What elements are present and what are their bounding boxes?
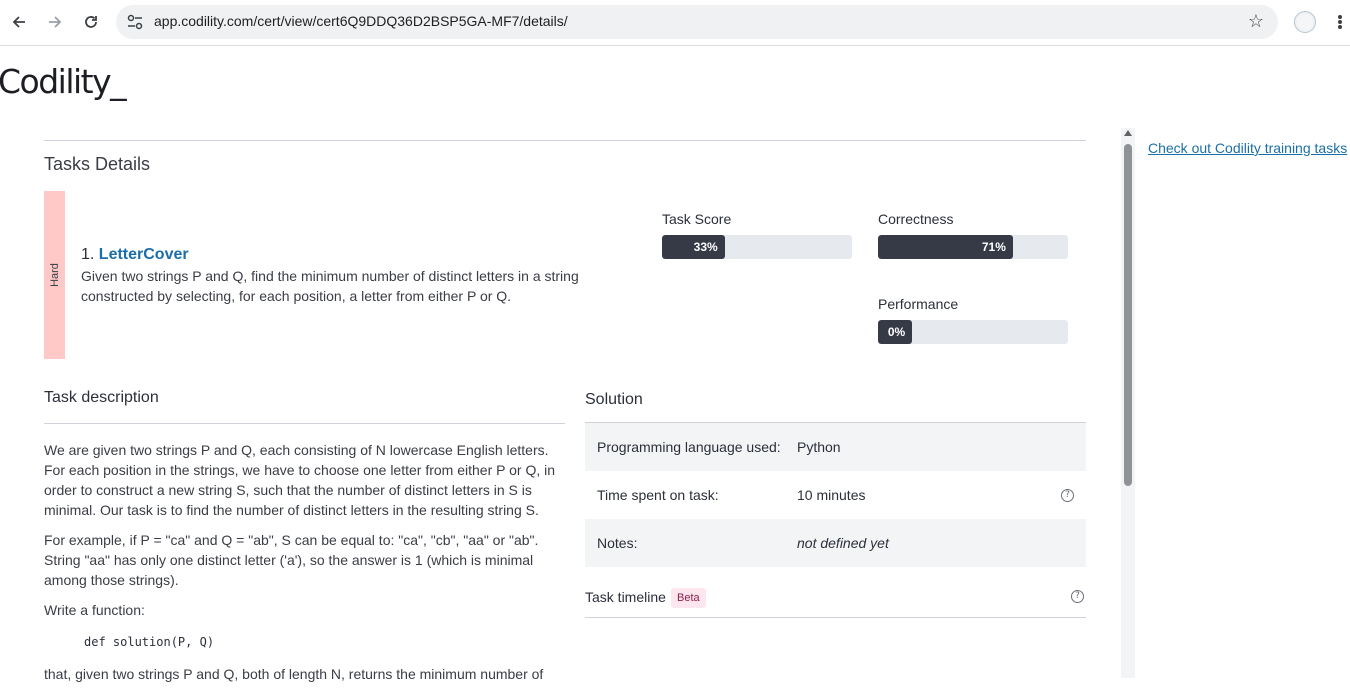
task-description-title: Task description xyxy=(44,389,159,406)
solution-value: not defined yet xyxy=(797,535,889,551)
forward-icon[interactable] xyxy=(43,10,67,34)
code-signature: def solution(P, Q) xyxy=(84,635,215,649)
help-icon[interactable]: ? xyxy=(1061,489,1074,502)
task-name-link[interactable]: LetterCover xyxy=(99,246,189,263)
task-score-bar: 33% xyxy=(662,235,852,259)
back-icon[interactable] xyxy=(7,10,31,34)
task-title: 1. LetterCover xyxy=(81,246,189,264)
browser-toolbar: app.codility.com/cert/view/cert6Q9DDQ36D… xyxy=(0,0,1350,46)
description-paragraph: We are given two strings P and Q, each c… xyxy=(44,442,556,518)
site-settings-icon[interactable] xyxy=(126,13,144,31)
address-bar[interactable]: app.codility.com/cert/view/cert6Q9DDQ36D… xyxy=(116,5,1278,39)
performance-value: 0% xyxy=(887,325,906,339)
description-paragraph: that, given two strings P and Q, both of… xyxy=(44,666,544,682)
correctness-label: Correctness xyxy=(878,211,954,227)
solution-key: Notes: xyxy=(597,535,638,551)
url-text[interactable]: app.codility.com/cert/view/cert6Q9DDQ36D… xyxy=(154,13,568,29)
help-icon[interactable]: ? xyxy=(1071,590,1084,603)
browser-menu-icon[interactable] xyxy=(1332,10,1348,34)
difficulty-label: Hard xyxy=(48,263,61,287)
page-title: Tasks Details xyxy=(44,154,151,174)
solution-value: 10 minutes xyxy=(797,487,866,503)
task-score-label: Task Score xyxy=(662,211,732,227)
codility-logo[interactable]: Codility_ xyxy=(0,62,127,101)
beta-badge: Beta xyxy=(671,588,706,608)
task-timeline[interactable]: Task timeline Beta ? xyxy=(585,588,1086,618)
solution-key: Time spent on task: xyxy=(597,487,719,503)
task-timeline-label[interactable]: Task timeline xyxy=(585,589,666,605)
task-score-value: 33% xyxy=(693,240,718,254)
scrollbar-thumb[interactable] xyxy=(1124,144,1132,486)
solution-row-notes: Notes: not defined yet xyxy=(585,519,1086,567)
divider xyxy=(44,140,1086,141)
task-summary: Given two strings P and Q, find the mini… xyxy=(81,268,579,304)
solution-value: Python xyxy=(797,439,841,455)
bookmark-star-icon[interactable]: ☆ xyxy=(1248,11,1264,32)
scroll-up-arrow-icon[interactable] xyxy=(1124,130,1132,136)
correctness-value: 71% xyxy=(981,240,1006,254)
solution-row-time: Time spent on task: 10 minutes ? xyxy=(585,471,1086,519)
training-tasks-link[interactable]: Check out Codility training tasks xyxy=(1148,140,1347,156)
task-description-body: We are given two strings P and Q, each c… xyxy=(44,440,559,694)
profile-avatar[interactable] xyxy=(1294,11,1316,33)
performance-bar: 0% xyxy=(878,320,1068,344)
divider xyxy=(44,423,565,424)
description-paragraph: For example, if P = "ca" and Q = "ab", S… xyxy=(44,532,539,588)
correctness-bar: 71% xyxy=(878,235,1068,259)
difficulty-badge: Hard xyxy=(44,191,65,359)
solution-title: Solution xyxy=(585,391,643,408)
task-number: 1. xyxy=(81,246,95,263)
solution-key: Programming language used: xyxy=(597,439,781,455)
description-paragraph: Write a function: xyxy=(44,602,145,618)
scrollbar[interactable] xyxy=(1121,128,1135,678)
solution-row-language: Programming language used: Python xyxy=(585,423,1086,471)
performance-label: Performance xyxy=(878,296,959,312)
reload-icon[interactable] xyxy=(79,10,103,34)
